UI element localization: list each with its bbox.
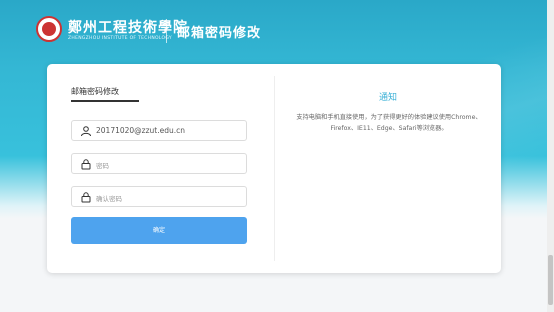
notice-title: 通知: [378, 93, 397, 103]
email-value: 20171020@zzut.edu.cn: [96, 126, 186, 135]
email-field[interactable]: 20171020@zzut.edu.cn: [71, 120, 247, 141]
confirm-password-field[interactable]: 确认密码: [71, 186, 247, 207]
tab-password-change[interactable]: 邮箱密码修改: [71, 86, 119, 97]
form-pane: 邮箱密码修改 20171020@zzut.edu.cn 密码 确认密码 确定: [47, 64, 273, 273]
password-field[interactable]: 密码: [71, 153, 247, 174]
password-placeholder: 密码: [96, 162, 109, 170]
user-icon: [81, 126, 91, 137]
page-title: 邮箱密码修改: [177, 26, 262, 41]
tab-underline: [71, 100, 139, 102]
password-card: 邮箱密码修改 20171020@zzut.edu.cn 密码 确认密码 确定 通…: [47, 64, 501, 273]
scrollbar-track[interactable]: [547, 0, 554, 312]
lock-icon: [81, 192, 91, 203]
pane-divider: [274, 76, 275, 261]
lock-icon: [81, 159, 91, 170]
confirm-password-placeholder: 确认密码: [96, 195, 122, 203]
school-subtitle: ZHENGZHOU INSTITUTE OF TECHNOLOGY: [68, 36, 172, 41]
header-divider: [166, 19, 167, 43]
scrollbar-thumb[interactable]: [548, 255, 553, 305]
school-logo-mark: [42, 22, 56, 36]
notice-body: 支持电脑和手机直接使用，为了获得更好的体验建议使用Chrome、Firefox、…: [296, 114, 482, 132]
school-logo: [36, 16, 62, 42]
header: 鄭州工程技術學院 ZHENGZHOU INSTITUTE OF TECHNOLO…: [0, 0, 554, 60]
confirm-button[interactable]: 确定: [71, 217, 247, 244]
school-name: 鄭州工程技術學院: [68, 20, 188, 36]
